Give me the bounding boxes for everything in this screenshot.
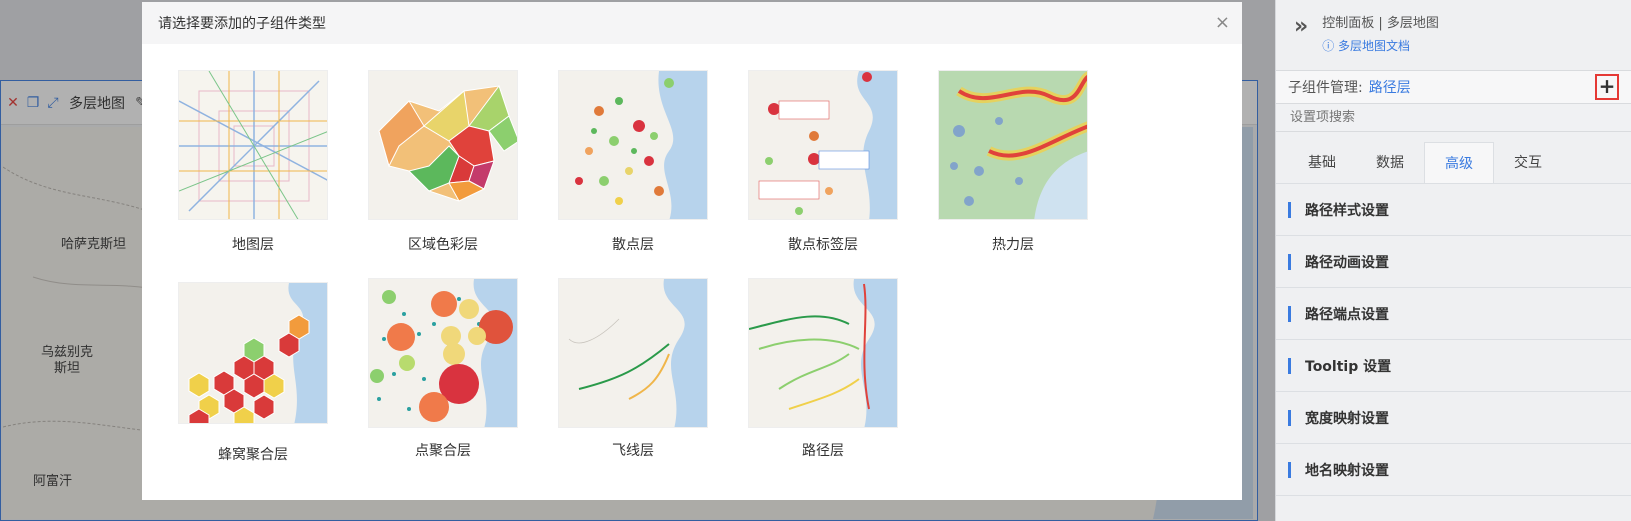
- flyline-thumb: [558, 278, 708, 428]
- doc-link-label: 多层地图文档: [1338, 39, 1411, 53]
- sub-manage-label: 子组件管理:: [1288, 80, 1363, 96]
- layer-card-label: 蜂窝聚合层: [218, 447, 288, 463]
- section-label: 路径动画设置: [1305, 254, 1389, 271]
- add-sub-component-button[interactable]: +: [1595, 74, 1619, 100]
- layer-card-heat[interactable]: 热力层: [938, 70, 1088, 254]
- section-width-mapping[interactable]: 宽度映射设置: [1276, 392, 1631, 444]
- layer-card-label: 热力层: [992, 237, 1034, 253]
- tab-basic[interactable]: 基础: [1288, 142, 1356, 183]
- map-layer-thumb: [178, 70, 328, 220]
- dialog-header: 请选择要添加的子组件类型 ×: [142, 2, 1242, 44]
- control-panel: » 控制面板 | 多层地图 ⓘ 多层地图文档 子组件管理: 路径层 + 基础 数…: [1275, 0, 1631, 521]
- tab-interaction[interactable]: 交互: [1494, 142, 1562, 183]
- section-marker: [1288, 461, 1291, 478]
- tab-data[interactable]: 数据: [1356, 142, 1424, 183]
- layer-card-label: 散点层: [612, 237, 654, 253]
- section-label: 地名映射设置: [1305, 462, 1389, 479]
- section-label: 路径样式设置: [1305, 202, 1389, 219]
- panel-title: 控制面板 | 多层地图: [1322, 16, 1439, 31]
- panel-header: » 控制面板 | 多层地图 ⓘ 多层地图文档: [1276, 0, 1631, 70]
- layer-card-label: 路径层: [802, 443, 844, 459]
- layer-card-cluster[interactable]: 点聚合层: [368, 278, 518, 460]
- layer-card-label: 散点标签层: [788, 237, 858, 253]
- scatter-label-thumb: [748, 70, 898, 220]
- layer-card-label: 区域色彩层: [408, 237, 478, 253]
- section-tooltip[interactable]: Tooltip 设置: [1276, 340, 1631, 392]
- section-marker: [1288, 305, 1291, 322]
- cluster-thumb: [368, 278, 518, 428]
- scatter-thumb: [558, 70, 708, 220]
- layer-card-flyline[interactable]: 飞线层: [558, 278, 708, 460]
- section-place-name-mapping[interactable]: 地名映射设置: [1276, 444, 1631, 496]
- layer-card-hexbin[interactable]: 蜂窝聚合层: [178, 282, 328, 464]
- doc-link[interactable]: ⓘ 多层地图文档: [1322, 37, 1439, 54]
- heat-thumb: [938, 70, 1088, 220]
- region-color-thumb: [368, 70, 518, 220]
- section-marker: [1288, 409, 1291, 426]
- close-icon[interactable]: ×: [1215, 12, 1230, 33]
- dialog-title: 请选择要添加的子组件类型: [158, 16, 326, 32]
- section-label: Tooltip 设置: [1305, 358, 1392, 375]
- path-thumb: [748, 278, 898, 428]
- section-label: 宽度映射设置: [1305, 410, 1389, 427]
- settings-search-input[interactable]: [1276, 104, 1631, 132]
- layer-card-scatter[interactable]: 散点层: [558, 70, 708, 254]
- section-path-animation[interactable]: 路径动画设置: [1276, 236, 1631, 288]
- section-marker: [1288, 201, 1291, 218]
- layer-card-label: 地图层: [232, 237, 274, 253]
- section-path-style[interactable]: 路径样式设置: [1276, 184, 1631, 236]
- help-circle-icon: ⓘ: [1322, 39, 1339, 53]
- hexbin-thumb: [178, 282, 328, 424]
- tab-advanced[interactable]: 高级: [1424, 142, 1494, 183]
- layer-card-label: 点聚合层: [415, 443, 471, 459]
- collapse-panel-icon[interactable]: »: [1294, 14, 1308, 39]
- layer-card-label: 飞线层: [612, 443, 654, 459]
- section-marker: [1288, 253, 1291, 270]
- section-label: 路径端点设置: [1305, 306, 1389, 323]
- sub-component-manager: 子组件管理: 路径层 +: [1276, 70, 1631, 104]
- layer-card-map[interactable]: 地图层: [178, 70, 328, 254]
- layer-card-path[interactable]: 路径层: [748, 278, 898, 460]
- dialog-body: 地图层 区域色彩层 散点层 散点标签层 热力层 蜂窝聚合层 点聚合层 飞线层 路…: [142, 44, 1242, 463]
- layer-card-scatter-label[interactable]: 散点标签层: [748, 70, 898, 254]
- layer-card-region-color[interactable]: 区域色彩层: [368, 70, 518, 254]
- section-marker: [1288, 357, 1291, 374]
- sub-manage-value[interactable]: 路径层: [1369, 77, 1411, 97]
- settings-tabs: 基础 数据 高级 交互: [1276, 142, 1631, 184]
- section-path-endpoint[interactable]: 路径端点设置: [1276, 288, 1631, 340]
- layer-type-dialog: 请选择要添加的子组件类型 × 地图层 区域色彩层 散点层 散点标签层 热力层 蜂…: [142, 2, 1242, 500]
